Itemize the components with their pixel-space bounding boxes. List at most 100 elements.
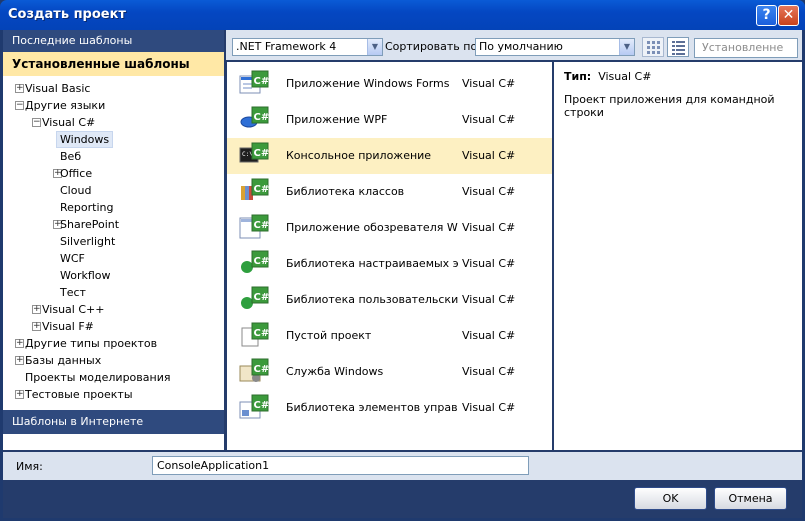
tree-item[interactable]: Visual Basic — [25, 80, 90, 97]
dialog-client: Последние шаблоны Установленные шаблоны … — [3, 30, 802, 518]
project-name-bar: Имя: ConsoleApplication1 — [3, 452, 802, 480]
empty-project-icon-graphic: C# — [241, 322, 270, 347]
framework-select[interactable]: .NET Framework 4 ▼ — [232, 38, 383, 56]
template-name: Консольное приложение — [286, 149, 432, 162]
tree-item[interactable]: Windows — [56, 131, 114, 148]
details-view-button[interactable] — [667, 37, 689, 57]
class-library-icon-graphic: C# — [241, 178, 270, 200]
template-row[interactable]: C# Библиотека настраиваемых эле... Visual … — [227, 246, 552, 282]
svg-text:C#: C# — [254, 364, 270, 375]
empty-project-icon: C# — [239, 322, 269, 350]
template-language: Visual C# — [462, 293, 516, 306]
framework-select-value: .NET Framework 4 — [236, 40, 337, 53]
grid-view-icon — [647, 41, 660, 54]
tree-item[interactable]: Cloud — [60, 182, 91, 199]
small-icons-view-button[interactable] — [642, 37, 664, 57]
expand-icon[interactable]: + — [32, 305, 41, 314]
wpf-browser-icon-graphic: C# — [239, 214, 270, 239]
user-control-icon-graphic: C# — [241, 286, 270, 309]
tree-item[interactable]: Workflow — [60, 267, 111, 284]
expand-icon[interactable]: + — [15, 339, 24, 348]
control-library-icon-graphic: C# — [239, 394, 270, 419]
collapse-icon[interactable]: − — [32, 118, 41, 127]
svg-text:C#: C# — [254, 328, 270, 339]
tree-item[interactable]: Базы данных — [25, 352, 101, 369]
sort-label: Сортировать по: — [385, 40, 481, 53]
tree-item[interactable]: Тест — [60, 284, 86, 301]
template-row[interactable]: C# Пустой проект Visual C# — [227, 318, 552, 354]
svg-text:C#: C# — [254, 292, 270, 303]
template-language: Visual C# — [462, 185, 516, 198]
winforms-icon: C# — [239, 70, 269, 98]
sort-select-value: По умолчанию — [479, 40, 563, 53]
expand-icon[interactable]: + — [15, 84, 24, 93]
template-row[interactable]: C# Приложение WPF Visual C# — [227, 102, 552, 138]
expand-icon[interactable]: + — [15, 356, 24, 365]
custom-control-icon-graphic: C# — [241, 250, 270, 273]
template-row[interactable]: C:\ C# Консольное приложение Visual C# — [227, 138, 552, 174]
window-title: Создать проект — [8, 7, 126, 22]
template-row[interactable]: C# Приложение обозревателя WPF Visual C# — [227, 210, 552, 246]
template-language: Visual C# — [462, 113, 516, 126]
template-language: Visual C# — [462, 77, 516, 90]
tree-item[interactable]: Silverlight — [60, 233, 115, 250]
tree-item[interactable]: Office — [60, 165, 92, 182]
tree-item[interactable]: Тестовые проекты — [25, 386, 133, 403]
installed-templates-header[interactable]: Установленные шаблоны — [3, 52, 224, 76]
title-bar[interactable]: Создать проект ? ✕ — [0, 0, 805, 30]
template-row[interactable]: C# Библиотека пользовательских э... Visual… — [227, 282, 552, 318]
template-name: Библиотека элементов управлен... — [286, 401, 458, 414]
control-library-icon: C# — [239, 394, 269, 422]
wpf-icon: C# — [239, 106, 269, 134]
sort-select[interactable]: По умолчанию ▼ — [475, 38, 635, 56]
template-description-panel: Тип: Visual C# Проект приложения для ком… — [554, 62, 802, 450]
tree-item[interactable]: Reporting — [60, 199, 113, 216]
svg-text:C#: C# — [254, 400, 270, 411]
wpf-icon-graphic: C# — [240, 106, 270, 128]
online-templates-header[interactable]: Шаблоны в Интернете — [3, 410, 224, 434]
winforms-icon-graphic: C# — [239, 70, 270, 94]
wpf-browser-icon: C# — [239, 214, 269, 242]
project-name-input[interactable]: ConsoleApplication1 — [152, 456, 529, 475]
collapse-icon[interactable]: − — [15, 101, 24, 110]
chevron-down-icon[interactable]: ▼ — [619, 39, 634, 55]
cancel-button[interactable]: Отмена — [714, 487, 787, 510]
svg-text:C#: C# — [254, 76, 270, 87]
recent-templates-header[interactable]: Последние шаблоны — [3, 30, 224, 52]
template-row[interactable]: C# Библиотека элементов управлен... Visual… — [227, 390, 552, 426]
search-installed-templates-input[interactable]: Установленне — [694, 38, 798, 58]
svg-text:C#: C# — [254, 220, 270, 231]
tree-item[interactable]: Другие языки — [25, 97, 105, 114]
template-name: Библиотека настраиваемых эле... — [286, 257, 458, 270]
svg-text:C#: C# — [254, 184, 270, 195]
template-language: Visual C# — [462, 257, 516, 270]
help-button[interactable]: ? — [756, 5, 777, 26]
tree-item[interactable]: Visual C++ — [42, 301, 104, 318]
new-project-dialog: Создать проект ? ✕ Последние шаблоны Уст… — [0, 0, 805, 521]
ok-button[interactable]: OK — [634, 487, 707, 510]
tree-item[interactable]: Visual F# — [42, 318, 94, 335]
expand-icon[interactable]: + — [15, 390, 24, 399]
tree-item[interactable]: Веб — [60, 148, 81, 165]
console-icon-graphic: C:\ C# — [239, 142, 269, 163]
template-row[interactable]: C# Библиотека классов Visual C# — [227, 174, 552, 210]
template-row[interactable]: C# Приложение Windows Forms Visual C# — [227, 66, 552, 102]
name-label: Имя: — [16, 460, 43, 473]
svg-text:C#: C# — [254, 256, 270, 267]
close-button[interactable]: ✕ — [778, 5, 799, 26]
template-toolbar: .NET Framework 4 ▼ Сортировать по: По ум… — [226, 30, 802, 60]
tree-item[interactable]: SharePoint — [60, 216, 119, 233]
chevron-down-icon[interactable]: ▼ — [367, 39, 382, 55]
console-icon: C:\ C# — [239, 142, 269, 170]
template-name: Пустой проект — [286, 329, 372, 342]
expand-icon[interactable]: + — [32, 322, 41, 331]
template-language: Visual C# — [462, 401, 516, 414]
tree-item[interactable]: Проекты моделирования — [25, 369, 170, 386]
tree-item[interactable]: WCF — [60, 250, 85, 267]
tree-item[interactable]: Visual C# — [42, 114, 95, 131]
template-language: Visual C# — [462, 149, 516, 162]
tree-item[interactable]: Другие типы проектов — [25, 335, 157, 352]
svg-text:C#: C# — [254, 112, 270, 123]
windows-service-icon-graphic: C# — [239, 358, 270, 382]
template-row[interactable]: C# Служба Windows Visual C# — [227, 354, 552, 390]
